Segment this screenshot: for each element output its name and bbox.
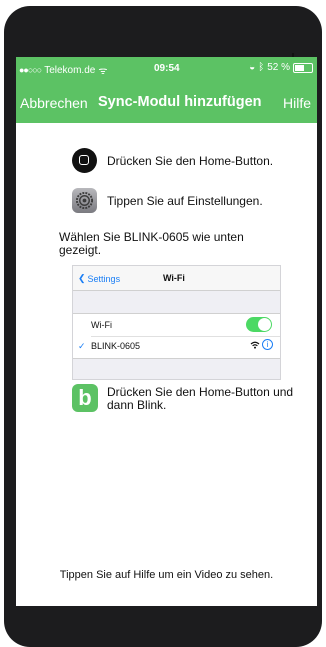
step-settings-text: Tippen Sie auf Einstellungen. [107, 193, 263, 208]
settings-gear-icon [72, 188, 97, 213]
wifi-settings-illustration: ❮ Settings Wi-Fi Wi-Fi ✓ BLINK-0605 i [72, 265, 281, 380]
wifi-signal-icon [250, 341, 260, 351]
bluetooth-icon: ᛒ [258, 62, 265, 73]
checkmark-icon: ✓ [78, 341, 86, 351]
wifi-screen-title: Wi-Fi [163, 273, 185, 283]
step-home-button: Drücken Sie den Home-Button. [72, 148, 273, 173]
settings-back-label: Settings [87, 273, 121, 284]
status-bar: ●●○○○ Telekom.de ᯤ 09:54 ◒ ᛒ 52 % [16, 57, 317, 79]
carrier-name: Telekom.de [44, 64, 96, 76]
settings-nav-bar: ❮ Settings Wi-Fi [73, 266, 280, 291]
info-icon: i [262, 339, 273, 350]
page-title: Sync-Modul hinzufügen [98, 94, 262, 110]
step-home-button-text: Drücken Sie den Home-Button. [107, 153, 274, 168]
wifi-row-label: Wi-Fi [91, 320, 112, 330]
gear-icon [75, 191, 94, 210]
chevron-left-icon: ❮ [78, 273, 86, 283]
carrier-group: ●●○○○ Telekom.de ᯤ [19, 63, 108, 78]
status-time: 09:54 [154, 63, 180, 74]
navigation-bar: Abbrechen Sync-Modul hinzufügen Hilfe [16, 79, 317, 123]
status-right-group: ◒ ᛒ 52 % [249, 62, 313, 73]
orientation-lock-icon: ◒ [249, 62, 256, 73]
settings-back-link: ❮ Settings [78, 273, 120, 284]
network-name: BLINK-0605 [91, 341, 141, 351]
blink-app-icon: b [72, 384, 98, 412]
row-divider [91, 336, 280, 337]
app-screen: ●●○○○ Telekom.de ᯤ 09:54 ◒ ᛒ 52 % Abbrec… [16, 57, 317, 606]
step-open-blink-text: Drücken Sie den Home-Button und dann Bli… [107, 385, 294, 412]
step-settings: Tippen Sie auf Einstellungen. [72, 188, 263, 213]
battery-icon [293, 62, 313, 73]
wifi-settings-rows: Wi-Fi ✓ BLINK-0605 i [73, 313, 280, 359]
help-button[interactable]: Hilfe [283, 95, 311, 111]
step-open-blink: b Drücken Sie den Home-Button und dann B… [72, 384, 307, 412]
cancel-button[interactable]: Abbrechen [20, 95, 88, 111]
wifi-icon [250, 341, 260, 349]
signal-strength-icon: ●●○○○ [19, 65, 42, 75]
home-button-icon [72, 148, 97, 173]
battery-percent: 52 % [267, 62, 290, 73]
select-network-instruction: Wählen Sie BLINK-0605 wie unten gezeigt. [59, 230, 244, 257]
wifi-toggle [246, 317, 272, 332]
wifi-signal-icon: ᯤ [98, 66, 108, 77]
help-video-hint: Tippen Sie auf Hilfe um ein Video zu seh… [59, 569, 274, 581]
